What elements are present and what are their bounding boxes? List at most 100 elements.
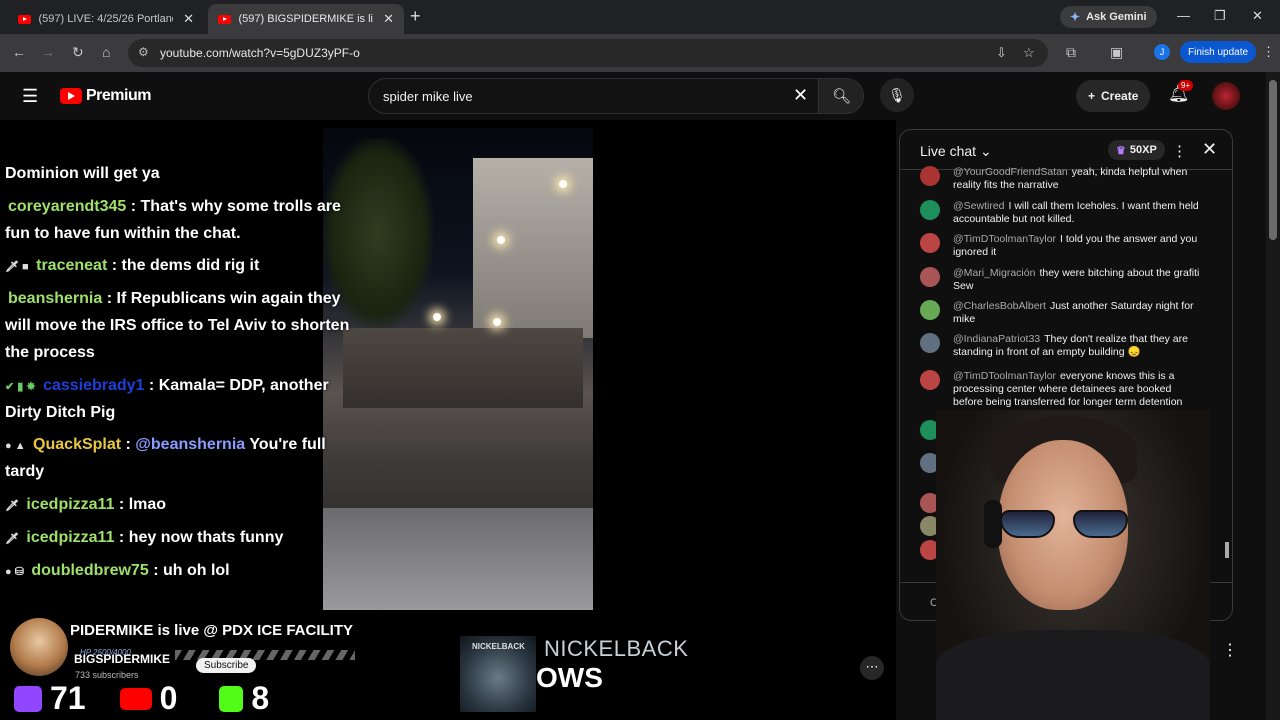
browser-tabstrip: (597) LIVE: 4/25/26 Portland ICE ✕ (597)…: [0, 0, 1280, 34]
voice-search-button[interactable]: 🎙︎: [880, 78, 914, 112]
clear-search-icon[interactable]: ✕: [793, 85, 808, 106]
chat-author[interactable]: @Sewtired: [953, 200, 1005, 212]
extensions-icon[interactable]: ⧉: [1066, 44, 1076, 61]
sidepanel-icon[interactable]: ▣: [1110, 44, 1123, 61]
close-tab-icon[interactable]: ✕: [183, 11, 194, 27]
youtube-favicon-icon: [18, 14, 31, 24]
profile-avatar[interactable]: J: [1154, 44, 1170, 60]
window-close-icon[interactable]: ✕: [1252, 8, 1263, 24]
tab-title: (597) LIVE: 4/25/26 Portland ICE: [38, 13, 174, 25]
browser-tab-2[interactable]: (597) BIGSPIDERMIKE is live @ ✕: [208, 4, 404, 34]
badge-icon: 🗡︎: [5, 500, 19, 512]
create-button[interactable]: + Create: [1076, 80, 1151, 112]
finish-update-button[interactable]: Finish update: [1180, 41, 1257, 63]
chat-author[interactable]: @YourGoodFriendSatan: [953, 166, 1068, 178]
chat-message: @YourGoodFriendSatan yeah, kinda helpful …: [920, 166, 1200, 192]
live-chat-title-text: Live chat: [920, 143, 977, 159]
page-scroll-thumb[interactable]: [1269, 80, 1277, 240]
search-button[interactable]: 🔍︎: [818, 78, 864, 114]
channel-handle[interactable]: BIGSPIDERMIKE: [74, 652, 170, 666]
bookmark-star-icon[interactable]: ☆: [1023, 45, 1035, 61]
badge-icon: 🗡︎ ■: [5, 261, 29, 273]
browser-menu-icon[interactable]: ⋮: [1262, 44, 1275, 60]
chat-text: Dominion will get ya: [5, 165, 160, 182]
url-text: youtube.com/watch?v=5gDUZ3yPF-o: [160, 46, 360, 60]
sunglasses-shape: [1000, 510, 1128, 538]
chat-message: @TimDToolmanTaylor I told you the answer …: [920, 233, 1200, 259]
notification-badge: 9+: [1178, 80, 1194, 91]
chat-avatar[interactable]: [920, 333, 940, 353]
overlay-chat-line: ● ▲ QuackSplat : @beanshernia You're ful…: [5, 436, 326, 453]
chat-avatar[interactable]: [920, 233, 940, 253]
chat-avatar[interactable]: [920, 300, 940, 320]
chat-user: beanshernia: [8, 290, 103, 307]
mic-icon: 🎙︎: [888, 86, 906, 103]
chat-more-icon[interactable]: ⋮: [1172, 142, 1187, 160]
light-dot: [493, 318, 501, 326]
chat-author[interactable]: @Mari_Migración: [953, 267, 1035, 279]
overlay-chat-line: will move the IRS office to Tel Aviv to …: [5, 312, 349, 339]
chat-scrollbar[interactable]: [1223, 174, 1231, 564]
search-input[interactable]: spider mike live ✕: [368, 78, 820, 114]
chat-avatar[interactable]: [920, 370, 940, 390]
browser-tab-1[interactable]: (597) LIVE: 4/25/26 Portland ICE ✕: [8, 4, 204, 34]
overlay-chat-line: the process: [5, 339, 95, 366]
chat-user: cassiebrady1: [43, 377, 145, 394]
kick-count: 8: [251, 680, 270, 716]
close-tab-icon[interactable]: ✕: [383, 11, 394, 27]
chat-author[interactable]: @CharlesBobAlbert: [953, 300, 1046, 312]
scroll-thumb[interactable]: [1225, 542, 1229, 558]
reload-icon[interactable]: ↻: [72, 44, 84, 61]
chat-avatar[interactable]: [920, 166, 940, 186]
site-info-icon[interactable]: ⚙: [138, 45, 149, 59]
youtube-favicon-icon: [218, 14, 231, 24]
chat-avatar[interactable]: [920, 267, 940, 287]
subscribe-button[interactable]: Subscribe: [196, 658, 257, 673]
account-avatar[interactable]: [1212, 82, 1240, 110]
light-dot: [559, 180, 567, 188]
chat-message-body: @YourGoodFriendSatan yeah, kinda helpful …: [953, 166, 1200, 192]
maximize-icon[interactable]: ❐: [1214, 8, 1226, 24]
chat-text: will move the IRS office to Tel Aviv to …: [5, 317, 350, 334]
menu-icon[interactable]: ☰: [22, 86, 38, 107]
ask-gemini-button[interactable]: ✦ Ask Gemini: [1060, 6, 1157, 28]
address-bar[interactable]: ⚙ youtube.com/watch?v=5gDUZ3yPF-o ⇩ ☆: [128, 39, 1048, 67]
kick-icon: [219, 685, 244, 712]
badge-icon: ✔ ▮ ✸: [5, 381, 36, 393]
live-chat-title[interactable]: Live chat ⌄: [920, 143, 992, 160]
back-icon[interactable]: ←: [12, 44, 26, 60]
youtube-header: ☰ Premium spider mike live ✕ 🔍︎ 🎙︎ + Cre…: [0, 72, 1280, 120]
twitch-count: 71: [50, 680, 86, 716]
home-icon[interactable]: ⌂: [102, 44, 110, 60]
more-actions-button[interactable]: ⋯: [860, 656, 884, 680]
chat-avatar[interactable]: [920, 200, 940, 220]
light-dot: [497, 236, 505, 244]
chat-text: Dirty Ditch Pig: [5, 404, 116, 421]
install-icon[interactable]: ⇩: [996, 45, 1007, 61]
chat-text: : Kamala= DDP, another: [148, 377, 329, 394]
new-tab-icon[interactable]: +: [410, 6, 421, 27]
youtube-logo[interactable]: Premium: [60, 87, 151, 105]
chat-author[interactable]: @TimDToolmanTaylor: [953, 233, 1056, 245]
album-art: NICKELBACK: [460, 636, 536, 712]
minimize-icon[interactable]: —: [1177, 8, 1190, 23]
chat-author[interactable]: @TimDToolmanTaylor: [953, 370, 1056, 382]
chevron-down-icon: ⌄: [979, 143, 992, 159]
album-art-label: NICKELBACK: [472, 642, 525, 651]
chat-author[interactable]: @IndianaPatriot33: [953, 333, 1040, 345]
notifications-button[interactable]: 🔔︎ 9+: [1168, 80, 1194, 104]
xp-badge[interactable]: ♛ 50XP: [1108, 140, 1165, 160]
chat-message-body: @Sewtired I will call them Iceholes. I wa…: [953, 200, 1200, 226]
forward-icon[interactable]: →: [41, 44, 55, 60]
streamer-avatar[interactable]: [10, 618, 68, 676]
search-icon: 🔍︎: [832, 88, 852, 105]
gemini-label: Ask Gemini: [1086, 11, 1147, 23]
subscriber-count: 733 subscribers: [75, 670, 139, 680]
overlay-chat-line: ✔ ▮ ✸ cassiebrady1 : Kamala= DDP, anothe…: [5, 372, 329, 401]
page-scrollbar[interactable]: [1266, 72, 1280, 720]
now-playing-song: OWS: [536, 662, 603, 693]
close-chat-icon[interactable]: ✕: [1202, 139, 1217, 160]
sidebar-more-icon[interactable]: ⋮: [1222, 640, 1238, 660]
chat-user: doubledbrew75: [31, 562, 149, 579]
xp-value: 50XP: [1129, 144, 1157, 156]
